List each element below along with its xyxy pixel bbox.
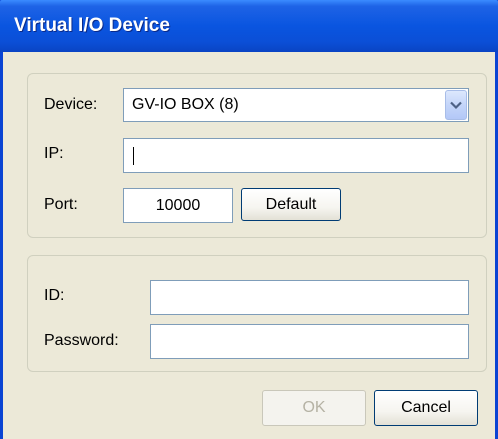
password-label: Password: xyxy=(44,332,119,349)
port-input-value: 10000 xyxy=(155,197,201,214)
connection-group: Device: GV-IO BOX (8) IP: Port: 10000 De… xyxy=(27,73,487,238)
text-caret xyxy=(133,147,134,165)
default-button[interactable]: Default xyxy=(241,188,341,221)
cancel-button-label: Cancel xyxy=(401,399,451,416)
password-input[interactable] xyxy=(150,324,469,359)
cancel-button[interactable]: Cancel xyxy=(374,390,478,426)
window-title: Virtual I/O Device xyxy=(14,15,170,36)
device-select[interactable]: GV-IO BOX (8) xyxy=(123,88,469,122)
id-input[interactable] xyxy=(150,280,469,315)
device-label: Device: xyxy=(44,96,98,113)
ip-input[interactable] xyxy=(123,138,469,173)
device-select-value: GV-IO BOX (8) xyxy=(132,96,239,113)
virtual-io-device-dialog: Virtual I/O Device Device: GV-IO BOX (8)… xyxy=(0,0,498,439)
port-input[interactable]: 10000 xyxy=(123,188,233,223)
default-button-label: Default xyxy=(265,195,317,213)
ip-label: IP: xyxy=(44,145,64,162)
port-label: Port: xyxy=(44,196,78,213)
chevron-down-icon[interactable] xyxy=(445,90,467,120)
dialog-body: Device: GV-IO BOX (8) IP: Port: 10000 De… xyxy=(3,52,495,439)
id-label: ID: xyxy=(44,287,65,304)
credentials-group: ID: Password: xyxy=(27,255,487,372)
ok-button[interactable]: OK xyxy=(262,390,366,426)
title-bar[interactable]: Virtual I/O Device xyxy=(0,0,498,52)
ok-button-label: OK xyxy=(302,399,326,416)
